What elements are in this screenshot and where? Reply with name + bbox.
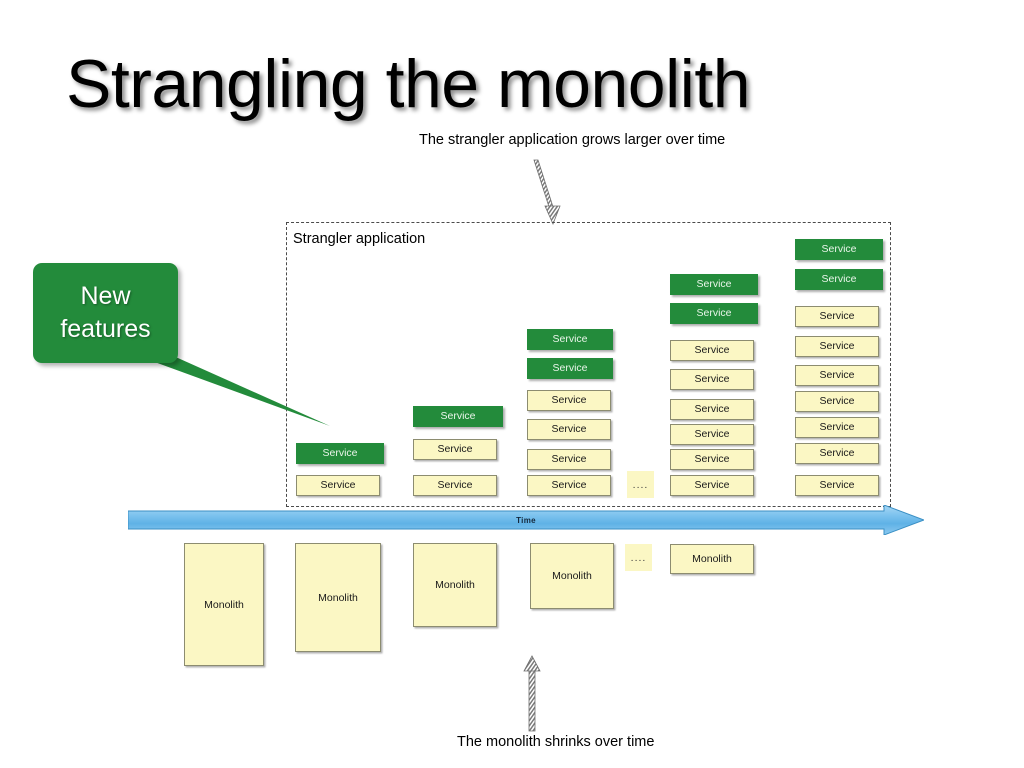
monolith-label: Monolith bbox=[318, 591, 358, 604]
service-label: Service bbox=[696, 307, 732, 319]
service-box-green[interactable]: Service bbox=[527, 329, 613, 350]
monolith-box[interactable]: Monolith bbox=[184, 543, 264, 666]
service-label: Service bbox=[694, 453, 730, 465]
slide-canvas: Strangling the monolith The strangler ap… bbox=[0, 0, 1024, 768]
services-ellipsis: .... bbox=[627, 471, 654, 498]
annotation-top-label: The strangler application grows larger o… bbox=[419, 132, 726, 148]
callout-line-1: New bbox=[80, 282, 131, 310]
ellipsis-label: .... bbox=[630, 551, 647, 564]
service-box-green[interactable]: Service bbox=[795, 239, 883, 260]
service-label: Service bbox=[552, 333, 588, 345]
service-box-yellow[interactable]: Service bbox=[795, 443, 879, 464]
service-box-green[interactable]: Service bbox=[527, 358, 613, 379]
annotation-bottom-label: The monolith shrinks over time bbox=[457, 734, 655, 750]
service-box-green[interactable]: Service bbox=[413, 406, 503, 427]
service-label: Service bbox=[551, 479, 587, 491]
service-box-yellow[interactable]: Service bbox=[795, 417, 879, 438]
service-label: Service bbox=[819, 340, 855, 352]
service-label: Service bbox=[694, 428, 730, 440]
monolith-label: Monolith bbox=[204, 598, 244, 611]
monolith-label: Monolith bbox=[692, 553, 732, 565]
service-label: Service bbox=[819, 479, 855, 491]
service-box-yellow[interactable]: Service bbox=[413, 475, 497, 496]
service-box-yellow[interactable]: Service bbox=[795, 306, 879, 327]
strangler-application-label: Strangler application bbox=[293, 231, 426, 247]
service-box-yellow[interactable]: Service bbox=[670, 369, 754, 390]
service-box-yellow[interactable]: Service bbox=[527, 475, 611, 496]
service-box-green[interactable]: Service bbox=[795, 269, 883, 290]
service-box-yellow[interactable]: Service bbox=[795, 336, 879, 357]
monolith-box[interactable]: Monolith bbox=[413, 543, 497, 627]
service-label: Service bbox=[437, 479, 473, 491]
callout-line-2: features bbox=[60, 315, 151, 343]
service-box-yellow[interactable]: Service bbox=[670, 475, 754, 496]
monolith-ellipsis: .... bbox=[625, 544, 652, 571]
service-box-yellow[interactable]: Service bbox=[670, 424, 754, 445]
monolith-label: Monolith bbox=[552, 570, 592, 582]
service-box-yellow[interactable]: Service bbox=[527, 390, 611, 411]
service-label: Service bbox=[819, 447, 855, 459]
service-box-yellow[interactable]: Service bbox=[413, 439, 497, 460]
ellipsis-label: .... bbox=[632, 478, 649, 491]
monolith-box[interactable]: Monolith bbox=[295, 543, 381, 652]
monolith-box[interactable]: Monolith bbox=[530, 543, 614, 609]
service-label: Service bbox=[819, 310, 855, 322]
service-box-yellow[interactable]: Service bbox=[795, 475, 879, 496]
service-label: Service bbox=[694, 403, 730, 415]
arrow-down-icon bbox=[533, 159, 561, 226]
service-box-green[interactable]: Service bbox=[670, 274, 758, 295]
service-box-yellow[interactable]: Service bbox=[670, 340, 754, 361]
service-label: Service bbox=[819, 421, 855, 433]
arrow-up-icon bbox=[523, 655, 541, 732]
service-label: Service bbox=[694, 344, 730, 356]
service-box-yellow[interactable]: Service bbox=[795, 365, 879, 386]
page-title: Strangling the monolith bbox=[66, 46, 751, 122]
service-label: Service bbox=[437, 443, 473, 455]
service-label: Service bbox=[694, 373, 730, 385]
service-box-yellow[interactable]: Service bbox=[296, 475, 380, 496]
service-label: Service bbox=[440, 410, 476, 422]
service-label: Service bbox=[551, 394, 587, 406]
time-axis-arrow bbox=[128, 505, 924, 535]
service-label: Service bbox=[696, 278, 732, 290]
service-label: Service bbox=[551, 453, 587, 465]
monolith-label: Monolith bbox=[435, 579, 475, 591]
service-box-yellow[interactable]: Service bbox=[527, 449, 611, 470]
service-label: Service bbox=[821, 273, 857, 285]
service-box-yellow[interactable]: Service bbox=[527, 419, 611, 440]
service-label: Service bbox=[551, 423, 587, 435]
service-box-green[interactable]: Service bbox=[670, 303, 758, 324]
service-box-yellow[interactable]: Service bbox=[670, 449, 754, 470]
service-label: Service bbox=[819, 395, 855, 407]
service-box-yellow[interactable]: Service bbox=[795, 391, 879, 412]
service-label: Service bbox=[552, 362, 588, 374]
service-label: Service bbox=[819, 369, 855, 381]
monolith-box[interactable]: Monolith bbox=[670, 544, 754, 574]
new-features-callout-text: New features bbox=[33, 263, 178, 363]
service-label: Service bbox=[821, 243, 857, 255]
service-box-yellow[interactable]: Service bbox=[670, 399, 754, 420]
service-label: Service bbox=[320, 479, 356, 491]
service-label: Service bbox=[694, 479, 730, 491]
